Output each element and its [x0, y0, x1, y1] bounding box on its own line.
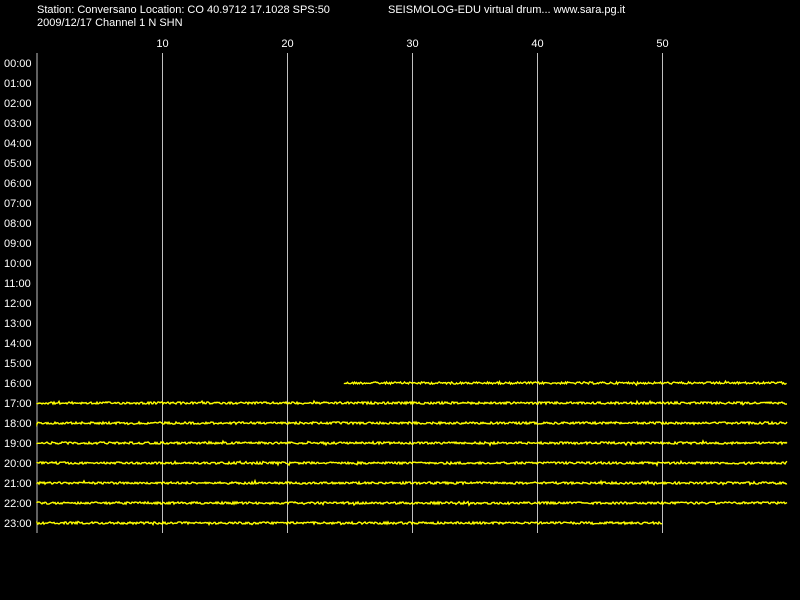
hour-row-label: 13:00 — [4, 318, 32, 330]
x-tick-label: 10 — [156, 38, 168, 50]
hour-row-label: 11:00 — [4, 278, 31, 290]
x-tick-label: 50 — [656, 38, 668, 50]
hour-row-label: 10:00 — [4, 258, 32, 270]
seismic-trace-1600 — [343, 379, 787, 387]
hour-row-label: 21:00 — [4, 478, 32, 490]
label-layer: 10 20 30 40 50 00:00 01:00 02:00 03:00 04:00 05:00… — [4, 38, 669, 530]
hour-row-label: 02:00 — [4, 98, 32, 110]
hour-row-label: 12:00 — [4, 298, 32, 310]
hour-row-label: 15:00 — [4, 358, 32, 370]
hour-row-label: 00:00 — [4, 58, 32, 70]
hour-row-label: 14:00 — [4, 338, 32, 350]
seismic-trace-2300 — [36, 520, 663, 527]
seismogram-drum-chart: 10 20 30 40 50 00:00 01:00 02:00 03:00 04:00 05:00… — [4, 38, 788, 533]
x-tick-label: 40 — [531, 38, 543, 50]
seismograph-drum-page: Station: Conversano Location: CO 40.9712… — [0, 0, 800, 600]
hour-row-label: 08:00 — [4, 218, 32, 230]
hour-row-label: 18:00 — [4, 418, 32, 430]
hour-row-label: 03:00 — [4, 118, 32, 130]
hour-row-label: 17:00 — [4, 398, 32, 410]
hour-row-label: 09:00 — [4, 238, 32, 250]
hour-row-label: 07:00 — [4, 198, 32, 210]
grid-layer — [36, 53, 663, 533]
hour-row-label: 23:00 — [4, 518, 32, 530]
hour-row-label: 06:00 — [4, 178, 32, 190]
hour-row-label: 01:00 — [4, 78, 32, 90]
hour-row-label: 20:00 — [4, 458, 32, 470]
hour-row-label: 05:00 — [4, 158, 32, 170]
hour-row-label: 22:00 — [4, 498, 32, 510]
x-tick-label: 20 — [281, 38, 293, 50]
hour-row-label: 19:00 — [4, 438, 32, 450]
hour-row-label: 16:00 — [4, 378, 32, 390]
hour-row-label: 04:00 — [4, 138, 32, 150]
x-tick-label: 30 — [406, 38, 418, 50]
